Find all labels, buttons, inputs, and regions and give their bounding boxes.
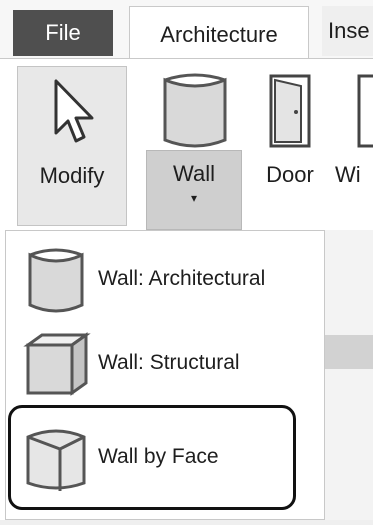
wall-architectural-icon bbox=[28, 248, 84, 313]
wall-label: Wall bbox=[173, 161, 215, 186]
window-button[interactable]: Wi bbox=[335, 66, 373, 226]
door-button[interactable]: Door bbox=[255, 66, 325, 226]
door-label: Door bbox=[266, 162, 314, 187]
menu-item-label: Wall by Face bbox=[98, 445, 219, 468]
menu-item-wall-architectural[interactable]: Wall: Architectural bbox=[6, 239, 324, 319]
ribbon-tab-bar: File Architecture Inse bbox=[0, 0, 373, 62]
tab-architecture[interactable]: Architecture bbox=[129, 6, 309, 62]
tab-insert[interactable]: Inse bbox=[322, 6, 373, 56]
window-label: Wi bbox=[335, 162, 361, 187]
wall-dropdown-button[interactable]: Wall ▾ bbox=[146, 150, 242, 230]
window-icon bbox=[357, 74, 373, 148]
menu-item-label: Wall: Structural bbox=[98, 351, 240, 374]
menu-item-wall-structural[interactable]: Wall: Structural bbox=[6, 323, 324, 403]
tab-file[interactable]: File bbox=[13, 10, 113, 56]
menu-item-wall-by-face[interactable]: Wall by Face bbox=[6, 417, 324, 497]
modify-button[interactable]: Modify bbox=[17, 66, 127, 226]
cursor-arrow-icon bbox=[54, 79, 94, 143]
wall-icon[interactable] bbox=[155, 70, 235, 152]
modify-label: Modify bbox=[39, 163, 105, 188]
menu-item-label: Wall: Architectural bbox=[98, 267, 266, 290]
wall-dropdown-menu: Wall: Architectural Wall: Structural Wal… bbox=[5, 230, 325, 520]
chevron-down-icon: ▾ bbox=[190, 191, 198, 205]
bottom-edge bbox=[0, 520, 373, 525]
wall-structural-icon bbox=[23, 332, 91, 396]
door-icon bbox=[269, 74, 311, 148]
wall-by-face-icon bbox=[26, 429, 86, 491]
